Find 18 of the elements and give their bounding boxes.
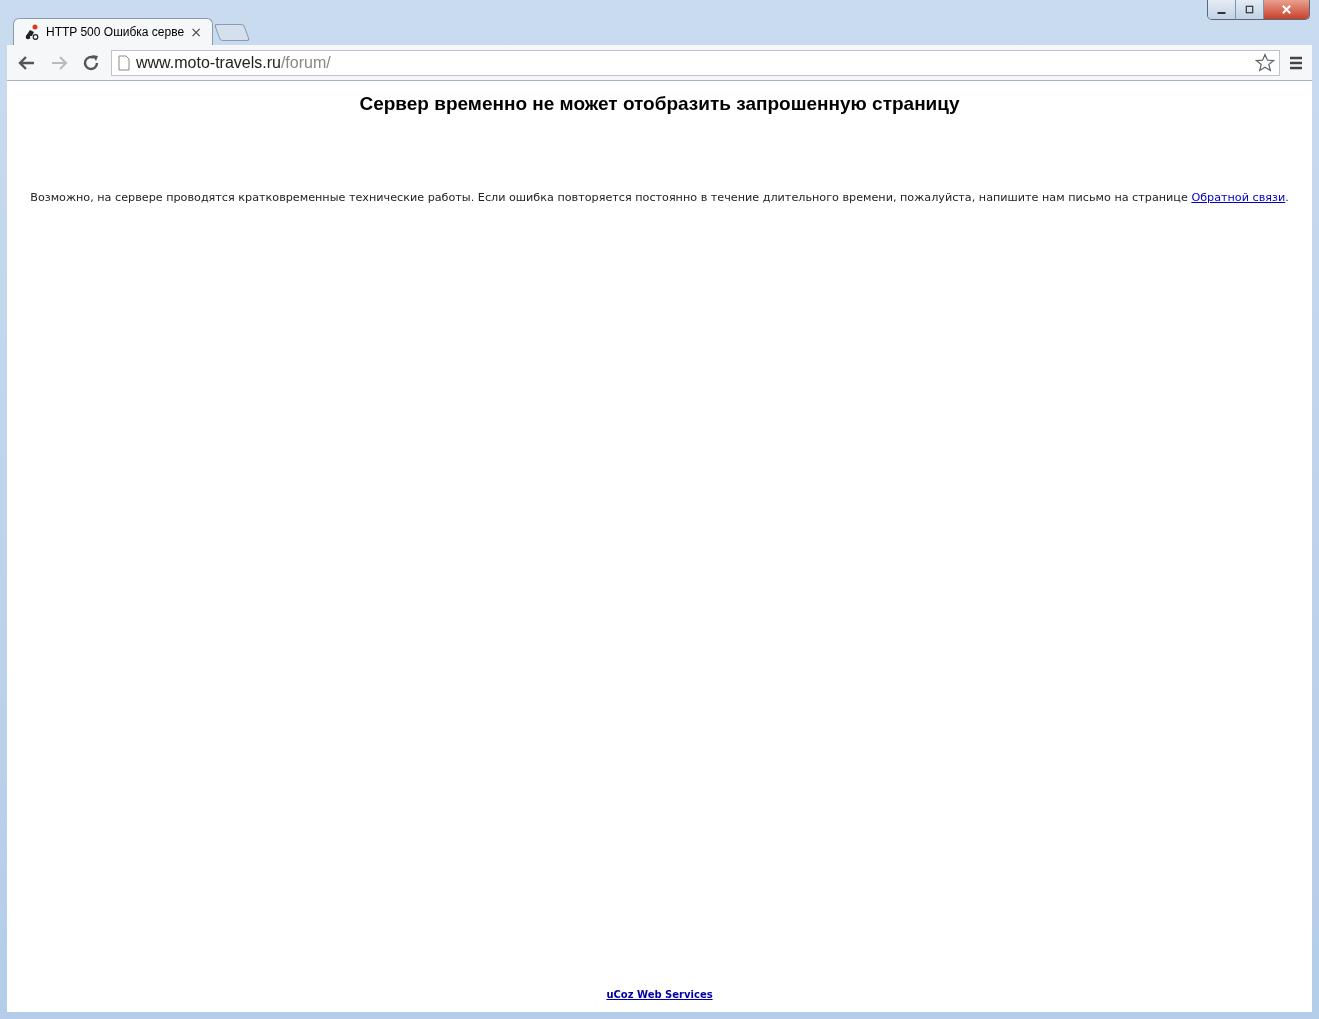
star-icon[interactable] (1255, 52, 1275, 73)
motorcycle-icon (24, 24, 40, 40)
tab-close-button[interactable]: × (190, 24, 202, 40)
close-icon (1281, 4, 1292, 15)
error-message: Возможно, на сервере проводятся кратковременные технические работы. Если ошибка повторяется постоянно в течение длительного времени, пожалуйста, напишите нам письмо на странице Обратной связи. (30, 191, 1289, 204)
menu-icon[interactable] (1288, 54, 1304, 71)
page-heading: Сервер временно не может отобразить запрошенную страницу (359, 93, 960, 115)
footer-link[interactable]: uCoz Web Services (606, 989, 713, 1000)
url-text: www.moto-travels.ru/forum/ (136, 53, 332, 72)
minimize-button[interactable] (1208, 0, 1236, 19)
maximize-icon (1244, 4, 1255, 15)
minimize-icon (1217, 11, 1226, 14)
close-button[interactable] (1264, 0, 1309, 19)
tab-title: HTTP 500 Ошибка серве (46, 25, 185, 39)
maximize-button[interactable] (1236, 0, 1264, 19)
browser-tab[interactable]: HTTP 500 Ошибка серве × (13, 18, 213, 45)
page-icon (118, 54, 130, 71)
address-bar[interactable]: www.moto-travels.ru/forum/ (111, 49, 1280, 76)
